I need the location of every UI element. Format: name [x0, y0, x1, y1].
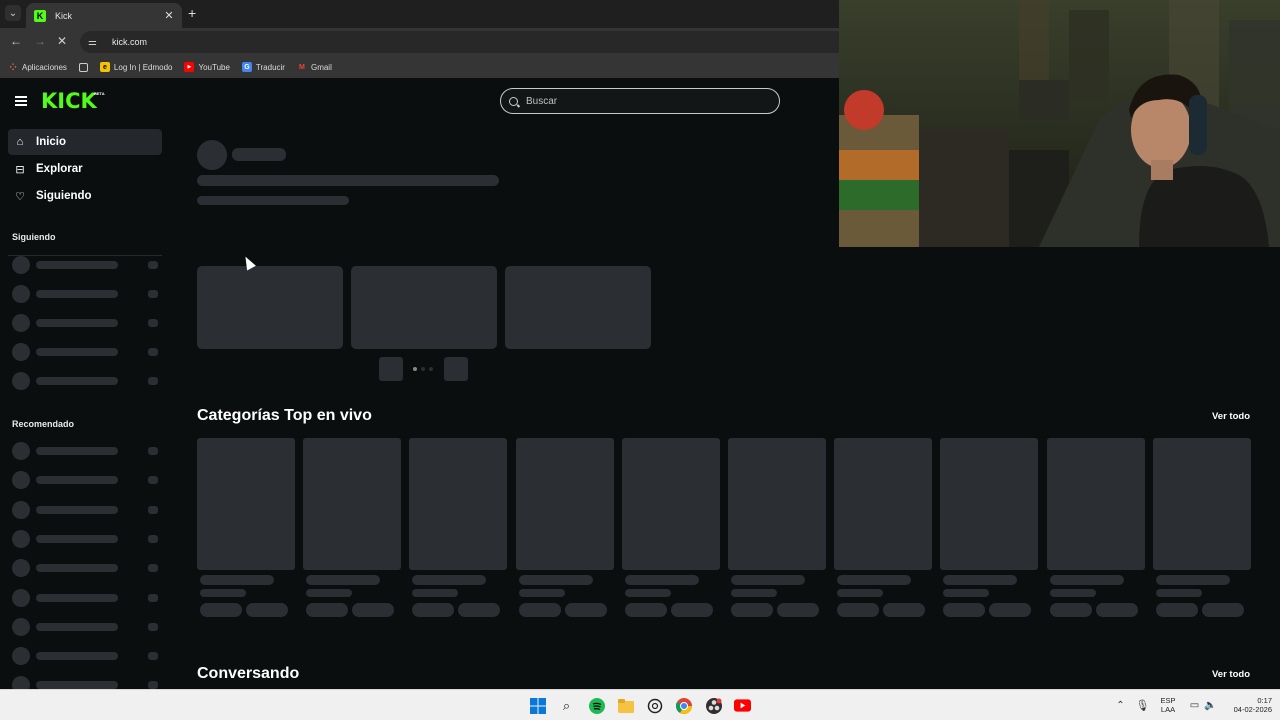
tab-close-icon[interactable]: ✕ [162, 9, 176, 22]
language-indicator[interactable]: ESP LAA [1158, 696, 1178, 714]
category-card-skeleton[interactable] [516, 438, 614, 618]
carousel-dot[interactable] [421, 367, 425, 371]
recommended-heading: Recomendado [12, 419, 75, 429]
youtube-app-icon[interactable] [734, 697, 751, 714]
category-card-skeleton[interactable] [303, 438, 401, 618]
chevron-up-icon[interactable]: ⌃ [1112, 697, 1129, 714]
windows-start-icon[interactable] [529, 697, 546, 714]
clock[interactable]: 0:17 04-02-2026 [1222, 696, 1272, 714]
gmail-icon: M [299, 63, 305, 71]
grid-icon [78, 62, 88, 72]
carousel-prev-button[interactable] [379, 357, 403, 381]
search-icon[interactable]: ⌕ [558, 697, 575, 714]
carousel-dot[interactable] [429, 367, 433, 371]
recommended-skeleton-row [12, 676, 162, 689]
featured-title-skeleton [197, 175, 499, 186]
conversing-see-all-link[interactable]: Ver todo [1212, 669, 1250, 680]
tab-search-chevron-icon[interactable]: ⌄ [5, 5, 21, 21]
spotify-icon[interactable] [588, 697, 605, 714]
recommended-skeleton-row [12, 589, 162, 607]
conversing-title: Conversando [197, 665, 300, 682]
bookmark-edmodo[interactable]: e Log In | Edmodo [99, 62, 172, 72]
top-categories-title: Categorías Top en vivo [197, 407, 372, 424]
volume-icon[interactable]: 🔈 [1202, 697, 1219, 714]
windows-taskbar: ⌕ ⌃ 🎙 ESP LAA ▭ 🔈 0:17 04-02-2026 [0, 689, 1280, 720]
edmodo-icon: e [99, 62, 110, 72]
webcam-scene-image [839, 0, 1280, 247]
bookmark-traducir[interactable]: G Traducir [241, 62, 285, 72]
recommended-skeleton-row [12, 618, 162, 636]
featured-subtitle-skeleton [197, 196, 349, 205]
recommended-skeleton-row [12, 501, 162, 519]
bookmark-youtube[interactable]: ▶ YouTube [184, 62, 230, 72]
youtube-icon: ▶ [184, 62, 195, 72]
home-icon: ⌂ [16, 136, 24, 148]
sidebar-item-inicio[interactable]: ⌂ Inicio [8, 129, 162, 155]
chrome-icon[interactable] [675, 697, 692, 714]
recommended-skeleton-row [12, 471, 162, 489]
browser-tab-bar: ⌄ K Kick ✕ + [0, 0, 839, 28]
featured-name-skeleton [232, 148, 286, 161]
kick-logo[interactable]: KICK [41, 89, 97, 113]
featured-avatar-skeleton [197, 140, 227, 170]
carousel-card-skeleton[interactable] [197, 266, 343, 349]
browser-tab[interactable]: K Kick ✕ [26, 3, 182, 28]
recommended-skeleton-row [12, 530, 162, 548]
following-skeleton-row [12, 314, 162, 332]
category-card-skeleton[interactable] [728, 438, 826, 618]
heart-icon: ♡ [15, 190, 25, 203]
menu-icon[interactable] [15, 96, 27, 106]
sidebar-item-siguiendo[interactable]: ♡ Siguiendo [8, 183, 162, 209]
category-card-skeleton[interactable] [834, 438, 932, 618]
carousel-next-button[interactable] [444, 357, 468, 381]
category-card-skeleton[interactable] [622, 438, 720, 618]
beta-badge: BETA [94, 91, 105, 96]
new-tab-button[interactable]: + [188, 5, 196, 21]
file-explorer-icon[interactable] [617, 697, 634, 714]
compass-icon: ⊟ [15, 163, 25, 176]
search-input[interactable] [526, 95, 766, 107]
address-toolbar: ← → ✕ ⚌ kick.com [0, 28, 839, 56]
forward-arrow-icon[interactable]: → [34, 34, 46, 48]
category-card-skeleton[interactable] [940, 438, 1038, 618]
search-icon [509, 96, 518, 106]
obs-icon[interactable] [705, 697, 722, 714]
stop-loading-icon[interactable]: ✕ [57, 34, 67, 48]
recommended-skeleton-row [12, 559, 162, 577]
carousel-dot[interactable] [413, 367, 417, 371]
category-card-skeleton[interactable] [1047, 438, 1145, 618]
chatgpt-icon[interactable] [646, 697, 663, 714]
category-card-skeleton[interactable] [409, 438, 507, 618]
site-settings-icon[interactable]: ⚌ [88, 37, 102, 48]
following-skeleton-row [12, 256, 162, 274]
top-categories-see-all-link[interactable]: Ver todo [1212, 411, 1250, 422]
sidebar: ⌂ Inicio ⊟ Explorar ♡ Siguiendo Siguiend… [0, 121, 170, 689]
url-text: kick.com [112, 37, 148, 47]
kick-favicon-icon: K [34, 9, 46, 22]
category-card-skeleton[interactable] [1153, 438, 1251, 618]
carousel-card-skeleton[interactable] [505, 266, 651, 349]
search-box[interactable] [500, 88, 780, 114]
recommended-skeleton-row [12, 442, 162, 460]
following-skeleton-row [12, 343, 162, 361]
tab-title: Kick [55, 10, 73, 21]
address-bar[interactable]: ⚌ kick.com [80, 31, 839, 53]
bookmark-aplicaciones[interactable]: ⁘ Aplicaciones [8, 62, 67, 72]
back-arrow-icon[interactable]: ← [10, 34, 22, 48]
following-skeleton-row [12, 372, 162, 390]
bookmarks-bar: ⁘ Aplicaciones e Log In | Edmodo ▶ YouTu… [0, 56, 839, 78]
microphone-icon[interactable]: 🎙 [1134, 697, 1151, 714]
bookmark-gmail[interactable]: M Gmail [297, 62, 332, 72]
webcam-overlay [839, 0, 1280, 247]
carousel-card-skeleton[interactable] [351, 266, 497, 349]
following-skeleton-row [12, 285, 162, 303]
following-heading: Siguiendo [12, 232, 56, 242]
bookmark-grid[interactable] [78, 62, 88, 72]
category-card-skeleton[interactable] [197, 438, 295, 618]
sidebar-item-explorar[interactable]: ⊟ Explorar [8, 156, 162, 182]
network-icon[interactable]: ▭ [1186, 697, 1203, 714]
recommended-skeleton-row [12, 647, 162, 665]
translate-icon: G [241, 62, 252, 72]
apps-grid-icon: ⁘ [9, 61, 17, 72]
